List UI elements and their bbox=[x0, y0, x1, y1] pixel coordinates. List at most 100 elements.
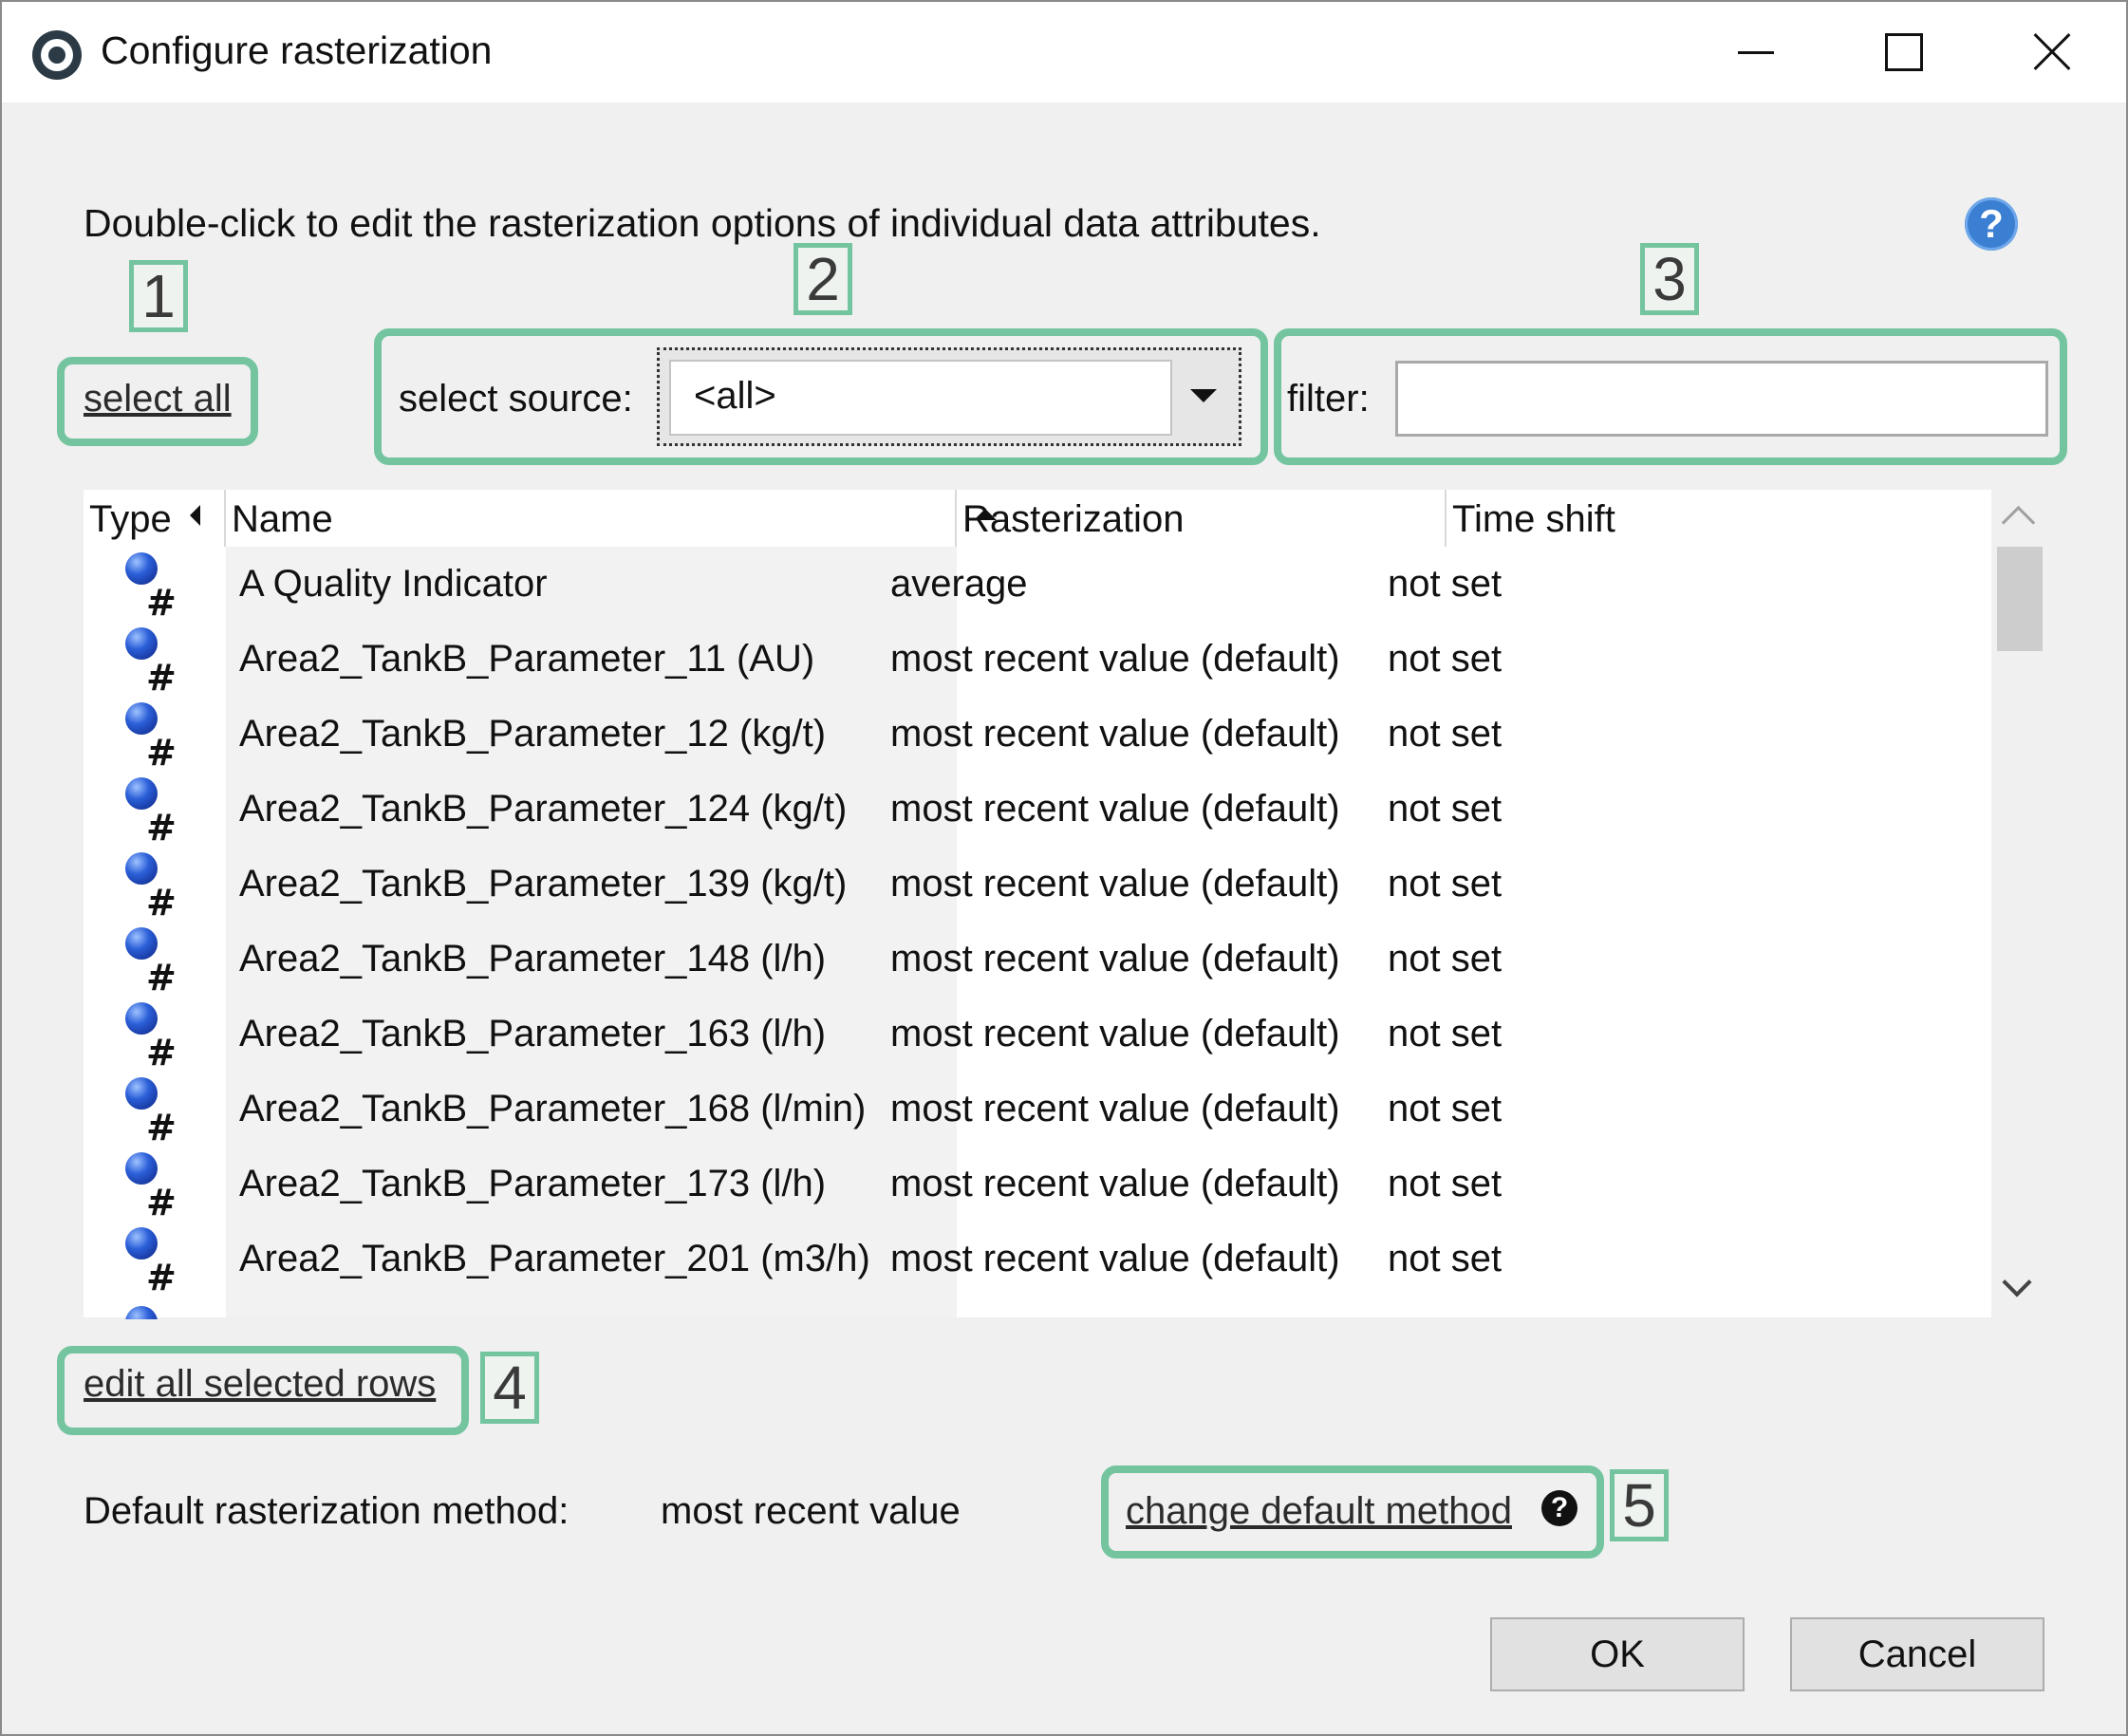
name-cell: Area2_TankB_Parameter_173 (l/h) bbox=[239, 1163, 827, 1204]
type-cell: # bbox=[84, 997, 226, 1073]
callout-number-4: 4 bbox=[480, 1352, 539, 1424]
column-header-type-label: Type bbox=[89, 498, 172, 540]
name-cell: Area2_TankB_Parameter_139 (kg/t) bbox=[239, 863, 848, 905]
change-default-method-link[interactable]: change default method bbox=[1126, 1490, 1512, 1533]
numeric-attribute-icon: # bbox=[125, 627, 192, 699]
maximize-button[interactable] bbox=[1830, 2, 1978, 103]
time-shift-cell: not set bbox=[1388, 638, 1503, 680]
type-cell: # bbox=[84, 547, 226, 624]
minimize-button[interactable] bbox=[1682, 2, 1830, 103]
column-header-rasterization-label: Rasterization bbox=[962, 498, 1185, 540]
dialog-window: Configure rasterization Double-click to … bbox=[0, 0, 2128, 1736]
edit-all-selected-rows-link[interactable]: edit all selected rows bbox=[84, 1363, 436, 1406]
numeric-attribute-icon: # bbox=[125, 927, 192, 999]
instruction-text: Double-click to edit the rasterization o… bbox=[84, 201, 1321, 245]
time-shift-cell: not set bbox=[1388, 713, 1503, 755]
table-row[interactable]: # Area2_TankB_Parameter_12 (kg/t) most r… bbox=[84, 697, 1982, 774]
minimize-icon bbox=[1738, 50, 1774, 54]
rasterization-cell: most recent value (default) bbox=[890, 788, 1340, 830]
close-icon bbox=[2033, 33, 2071, 71]
table-header: Type Name Rasterization Time shift bbox=[84, 490, 1982, 547]
column-header-name-label: Name bbox=[232, 498, 333, 540]
type-cell: # bbox=[84, 697, 226, 774]
default-method-label: Default rasterization method: bbox=[84, 1490, 569, 1532]
select-source-label: select source: bbox=[399, 378, 633, 420]
name-cell: Area2_TankB_Parameter_201 (m3/h) bbox=[239, 1238, 870, 1279]
ok-button[interactable]: OK bbox=[1490, 1617, 1745, 1691]
filter-label: filter: bbox=[1287, 378, 1370, 420]
type-cell: # bbox=[84, 1222, 226, 1298]
table-row[interactable]: # Area2_TankB_Parameter_201 (m3/h) most … bbox=[84, 1222, 1982, 1298]
table-row[interactable]: # Area2_TankB_Parameter_124 (kg/t) most … bbox=[84, 772, 1982, 849]
window-title: Configure rasterization bbox=[101, 28, 493, 72]
question-mark-icon[interactable]: ? bbox=[1541, 1490, 1577, 1526]
dropdown-arrow-icon[interactable] bbox=[1190, 389, 1217, 402]
close-button[interactable] bbox=[1978, 2, 2126, 103]
column-header-time-shift-label: Time shift bbox=[1452, 498, 1615, 540]
title-bar: Configure rasterization bbox=[2, 2, 2126, 103]
time-shift-cell: not set bbox=[1388, 1088, 1503, 1129]
table-row[interactable]: # Area2_TankB_Parameter_173 (l/h) most r… bbox=[84, 1147, 1982, 1223]
time-shift-cell: not set bbox=[1388, 788, 1503, 830]
name-cell: Area2_TankB_Parameter_163 (l/h) bbox=[239, 1013, 827, 1055]
callout-number-5: 5 bbox=[1610, 1469, 1669, 1541]
select-source-value: <all> bbox=[694, 375, 776, 417]
name-cell: Area2_TankB_Parameter_168 (l/min) bbox=[239, 1088, 867, 1129]
table-row[interactable]: # Area2_TankB_Parameter_11 (AU) most rec… bbox=[84, 622, 1982, 699]
table-row[interactable]: # Area2_TankB_Parameter_139 (kg/t) most … bbox=[84, 847, 1982, 924]
type-cell: # bbox=[84, 772, 226, 849]
name-cell: Area2_TankB_Parameter_11 (AU) bbox=[239, 638, 815, 680]
numeric-attribute-icon: # bbox=[125, 852, 192, 924]
table-row[interactable]: # A Quality Indicator average not set bbox=[84, 547, 1982, 624]
select-all-link[interactable]: select all bbox=[84, 378, 232, 420]
column-header-rasterization[interactable]: Rasterization bbox=[957, 490, 1447, 547]
table-row[interactable]: # Area2_TankB_Parameter_168 (l/min) most… bbox=[84, 1072, 1982, 1148]
table-body: # A Quality Indicator average not set # … bbox=[84, 547, 1982, 1298]
type-cell: # bbox=[84, 922, 226, 999]
help-icon[interactable]: ? bbox=[1965, 197, 2018, 251]
app-logo-icon bbox=[32, 30, 82, 80]
select-source-dropdown[interactable]: <all> bbox=[657, 347, 1241, 446]
column-header-type[interactable]: Type bbox=[84, 490, 226, 547]
partial-row-icon bbox=[125, 1306, 158, 1319]
callout-number-3: 3 bbox=[1640, 243, 1699, 315]
numeric-attribute-icon: # bbox=[125, 1002, 192, 1073]
attribute-table[interactable]: Type Name Rasterization Time shift # A Q… bbox=[84, 490, 2048, 1319]
numeric-attribute-icon: # bbox=[125, 1152, 192, 1223]
name-cell: Area2_TankB_Parameter_148 (l/h) bbox=[239, 938, 827, 980]
name-cell: Area2_TankB_Parameter_124 (kg/t) bbox=[239, 788, 848, 830]
rasterization-cell: most recent value (default) bbox=[890, 1238, 1340, 1279]
scroll-thumb[interactable] bbox=[1997, 547, 2043, 651]
filter-input[interactable] bbox=[1395, 361, 2048, 437]
table-row[interactable]: # Area2_TankB_Parameter_148 (l/h) most r… bbox=[84, 922, 1982, 999]
rasterization-cell: most recent value (default) bbox=[890, 1088, 1340, 1129]
rasterization-cell: most recent value (default) bbox=[890, 638, 1340, 680]
column-header-time-shift[interactable]: Time shift bbox=[1447, 490, 1982, 547]
callout-number-2: 2 bbox=[793, 243, 852, 315]
numeric-attribute-icon: # bbox=[125, 1227, 192, 1298]
rasterization-cell: most recent value (default) bbox=[890, 863, 1340, 905]
rasterization-cell: most recent value (default) bbox=[890, 938, 1340, 980]
sort-arrow-left-icon bbox=[190, 505, 200, 526]
name-cell: Area2_TankB_Parameter_12 (kg/t) bbox=[239, 713, 827, 755]
time-shift-cell: not set bbox=[1388, 563, 1503, 605]
time-shift-cell: not set bbox=[1388, 863, 1503, 905]
maximize-icon bbox=[1885, 33, 1923, 71]
table-row[interactable]: # Area2_TankB_Parameter_163 (l/h) most r… bbox=[84, 997, 1982, 1073]
type-cell: # bbox=[84, 1072, 226, 1148]
time-shift-cell: not set bbox=[1388, 938, 1503, 980]
rasterization-cell: most recent value (default) bbox=[890, 1163, 1340, 1204]
cancel-button[interactable]: Cancel bbox=[1790, 1617, 2044, 1691]
numeric-attribute-icon: # bbox=[125, 702, 192, 774]
numeric-attribute-icon: # bbox=[125, 777, 192, 849]
time-shift-cell: not set bbox=[1388, 1163, 1503, 1204]
column-header-name[interactable]: Name bbox=[226, 490, 997, 547]
callout-number-1: 1 bbox=[129, 260, 188, 332]
select-source-field: <all> bbox=[669, 360, 1172, 436]
time-shift-cell: not set bbox=[1388, 1013, 1503, 1055]
type-cell: # bbox=[84, 1147, 226, 1223]
type-cell: # bbox=[84, 622, 226, 699]
name-cell: A Quality Indicator bbox=[239, 563, 548, 605]
rasterization-cell: most recent value (default) bbox=[890, 713, 1340, 755]
type-cell: # bbox=[84, 847, 226, 924]
